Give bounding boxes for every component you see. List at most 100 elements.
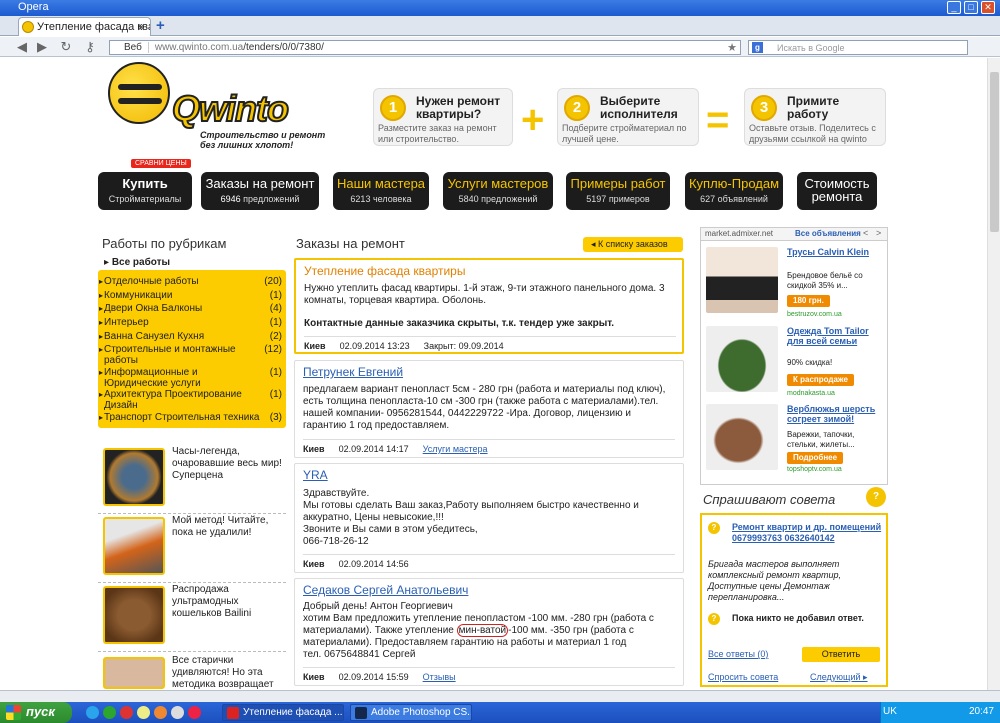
- site-logo[interactable]: Qwinto: [171, 87, 290, 130]
- step-title: Примите работу: [787, 94, 840, 121]
- nav-label: Услуги мастеров: [447, 176, 549, 191]
- orders-title: Заказы на ремонт: [296, 236, 405, 251]
- nav-orders[interactable]: Заказы на ремонт 6946 предложений: [201, 172, 319, 210]
- minimize-button[interactable]: _: [947, 1, 961, 14]
- all-works-link[interactable]: ▸ Все работы: [104, 257, 170, 268]
- quicklaunch-icon[interactable]: [171, 706, 184, 719]
- order-body: Здравствуйте. Мы готовы сделать Ваш зака…: [303, 488, 639, 547]
- category-item[interactable]: Интерьер(1): [99, 317, 282, 328]
- sidebar-ad[interactable]: Все старички удивляются! Но эта методика…: [98, 655, 286, 690]
- category-item[interactable]: Коммуникации(1): [99, 290, 282, 301]
- ad-text: Мой метод! Читайте, пока не удалили!: [172, 515, 269, 538]
- details-button: Подробнее: [787, 452, 844, 464]
- prev-arrow-icon[interactable]: <: [863, 228, 868, 238]
- master-name-link[interactable]: Петрунек Евгений: [303, 365, 403, 379]
- quicklaunch-icon[interactable]: [188, 706, 201, 719]
- photoshop-icon: [355, 707, 367, 719]
- market-item[interactable]: Верблюжья шерсть согреет зимой! Варежки,…: [703, 400, 887, 478]
- services-link[interactable]: Услуги мастера: [423, 444, 488, 454]
- order-card: Седаков Сергей Анатольевич Добрый день! …: [294, 578, 684, 686]
- new-tab-button[interactable]: +: [156, 17, 165, 34]
- advice-box: ? Ремонт квартир и др. помещений 0679993…: [700, 513, 888, 687]
- scrollbar-thumb[interactable]: [990, 72, 999, 232]
- sidebar-ad[interactable]: Мой метод! Читайте, пока не удалили!: [98, 515, 286, 583]
- search-placeholder: Искать в Google: [777, 43, 845, 53]
- category-item[interactable]: Ванна Санузел Кухня(2): [99, 331, 282, 342]
- quicklaunch-icon[interactable]: [103, 706, 116, 719]
- price-button: 180 грн.: [787, 295, 830, 307]
- watch-image[interactable]: [103, 448, 165, 506]
- market-item[interactable]: Одежда Tom Tailor для всей семьи 90% ски…: [703, 322, 887, 400]
- all-answers-link[interactable]: Все ответы (0): [708, 649, 768, 659]
- sale-button: К распродаже: [787, 374, 854, 386]
- nav-buy-sell[interactable]: Куплю-Продам 627 объявлений: [685, 172, 783, 210]
- bookmark-star-icon[interactable]: ★: [727, 41, 737, 54]
- category-item[interactable]: Строительные и монтажные работы(12): [99, 344, 282, 366]
- order-card: Петрунек Евгений предлагаем вариант пено…: [294, 360, 684, 458]
- quicklaunch-icon[interactable]: [154, 706, 167, 719]
- search-input[interactable]: g Искать в Google: [748, 40, 968, 55]
- reply-button[interactable]: Ответить: [802, 647, 880, 662]
- favicon-icon: [22, 21, 34, 33]
- nav-services[interactable]: Услуги мастеров 5840 предложений: [443, 172, 553, 210]
- category-list: Отделочные работы(20) Коммуникации(1) Дв…: [98, 270, 286, 428]
- app-title: Opera: [18, 1, 49, 13]
- category-item[interactable]: Информационные и Юридические услуги(1): [99, 367, 282, 389]
- close-window-button[interactable]: ✕: [981, 1, 995, 14]
- sidebar-ad[interactable]: Распродажа ультрамодных кошельков Bailin…: [98, 584, 286, 652]
- back-to-list-button[interactable]: ◂ К списку заказов: [583, 237, 683, 252]
- category-item[interactable]: Архитектура Проектирование Дизайн(1): [99, 389, 282, 411]
- next-question-link[interactable]: Следующий ▸: [810, 672, 868, 683]
- nav-examples[interactable]: Примеры работ 5197 примеров: [566, 172, 670, 210]
- all-ads-link[interactable]: Все объявления: [795, 229, 861, 238]
- back-icon[interactable]: ◀: [14, 39, 30, 55]
- market-item[interactable]: Трусы Calvin Klein Брендовое бельё со ск…: [703, 243, 887, 321]
- nav-buy[interactable]: Купить Стройматериалы: [98, 172, 192, 210]
- reload-icon[interactable]: ↻: [58, 39, 74, 55]
- address-bar[interactable]: Веб www.qwinto.com.ua/tenders/0/0/7380/ ★: [109, 40, 741, 55]
- step-number: 3: [751, 95, 777, 121]
- quicklaunch-icon[interactable]: [137, 706, 150, 719]
- nav-cost[interactable]: Стоимость ремонта: [797, 172, 877, 210]
- taskbar-window-opera[interactable]: Утепление фасада ...: [222, 704, 344, 721]
- taskbar-window-photoshop[interactable]: Adobe Photoshop CS...: [350, 704, 472, 721]
- forward-icon[interactable]: ▶: [34, 39, 50, 55]
- nav-masters[interactable]: Наши мастера 6213 человека: [333, 172, 429, 210]
- close-tab-icon[interactable]: ✕: [137, 21, 146, 34]
- ask-advice-title: Спрашивают совета: [703, 492, 836, 507]
- bee-logo-icon[interactable]: [108, 62, 170, 124]
- next-arrow-icon[interactable]: >: [876, 228, 881, 238]
- reviews-link[interactable]: Отзывы: [423, 672, 456, 682]
- browser-tab[interactable]: Утепление фасада квар... ✕: [18, 17, 151, 36]
- opera-icon: [227, 707, 239, 719]
- category-item[interactable]: Отделочные работы(20): [99, 276, 282, 287]
- order-body: Добрый день! Антон Георгиевич хотим Вам …: [303, 601, 654, 660]
- order-body: предлагаем вариант пенопласт 5см - 280 г…: [303, 384, 666, 431]
- master-name-link[interactable]: YRA: [303, 468, 328, 482]
- category-item[interactable]: Двери Окна Балконы(4): [99, 303, 282, 314]
- key-icon[interactable]: ⚷: [82, 39, 98, 55]
- web-badge: Веб: [114, 42, 149, 53]
- wallet-image[interactable]: [103, 586, 165, 644]
- clock[interactable]: 20:47: [969, 706, 994, 717]
- question-link[interactable]: Ремонт квартир и др. помещений 067999376…: [732, 522, 882, 544]
- ask-advice-link[interactable]: Спросить совета: [708, 672, 778, 682]
- maximize-button[interactable]: □: [964, 1, 978, 14]
- step-desc: Разместите заказ на ремонт или строитель…: [378, 123, 497, 144]
- browser-status-bar: [0, 690, 1000, 702]
- master-name-link[interactable]: Седаков Сергей Анатольевич: [303, 583, 468, 597]
- language-indicator[interactable]: UK: [883, 706, 897, 717]
- page-scrollbar[interactable]: [987, 58, 1000, 690]
- quicklaunch-icon[interactable]: [86, 706, 99, 719]
- sidebar-ad[interactable]: Часы-легенда, очаровавшие весь мир! Супе…: [98, 446, 286, 514]
- quicklaunch-icon[interactable]: [120, 706, 133, 719]
- nav-sub: Стройматериалы: [108, 194, 182, 204]
- order-footer: Киев 02.09.2014 14:17 Услуги мастера: [303, 439, 675, 454]
- start-button[interactable]: пуск: [0, 702, 72, 723]
- order-body: Нужно утеплить фасад квартиры. 1-й этаж,…: [304, 283, 665, 306]
- category-item[interactable]: Транспорт Строительная техника(3): [99, 412, 282, 423]
- answer-icon: ?: [708, 613, 720, 625]
- car-image[interactable]: [103, 517, 165, 575]
- elderly-image[interactable]: [103, 657, 165, 689]
- order-title: Утепление фасада квартиры: [304, 264, 466, 278]
